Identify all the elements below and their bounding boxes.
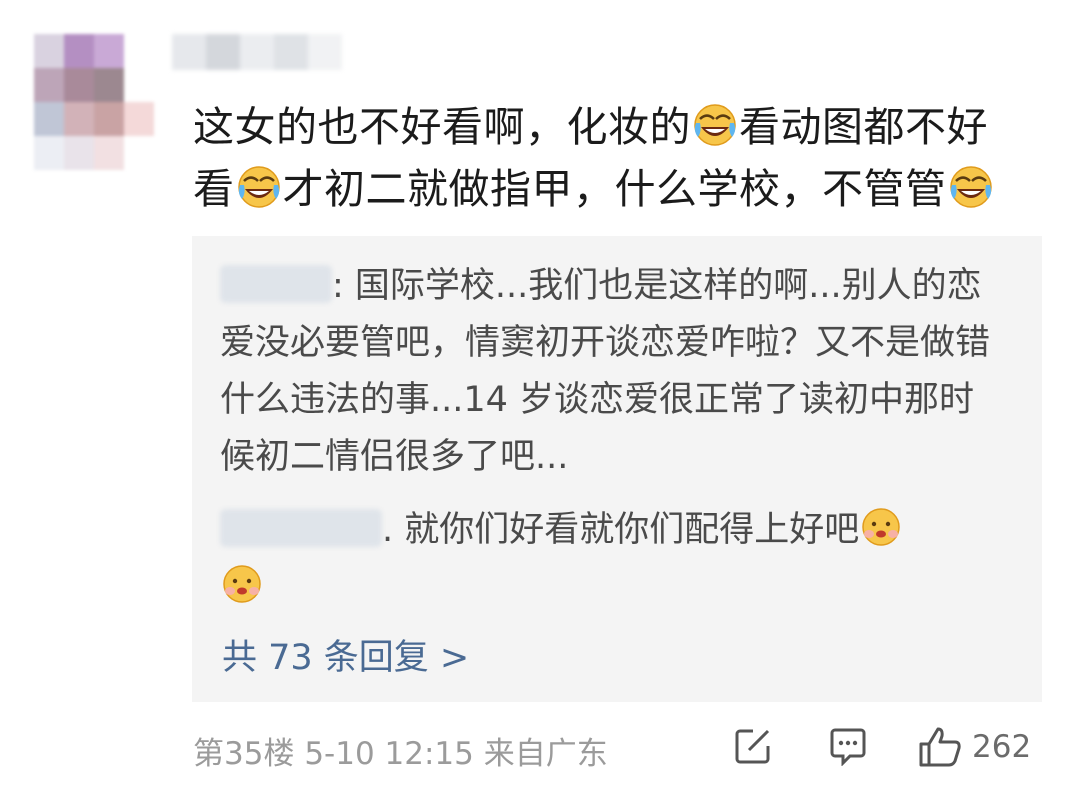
reply-username-blurred[interactable] bbox=[220, 265, 332, 303]
reply-username-blurred[interactable] bbox=[220, 509, 382, 547]
reply-text: 就你们好看就你们配得上好吧 bbox=[393, 510, 860, 550]
like-count: 262 bbox=[972, 729, 1032, 765]
view-all-replies-link[interactable]: 共 73 条回复 > bbox=[222, 629, 469, 680]
avatar[interactable] bbox=[34, 34, 154, 172]
replies-panel: : 国际学校...我们也是这样的啊...别人的恋爱没必要管吧，情窦初开谈恋爱咋啦… bbox=[192, 236, 1042, 702]
username-blurred[interactable] bbox=[172, 34, 342, 70]
comment-text-part: 看 bbox=[193, 165, 235, 213]
floor-number: 第35楼 bbox=[193, 736, 295, 772]
reply-item: : 国际学校...我们也是这样的啊...别人的恋爱没必要管吧，情窦初开谈恋爱咋啦… bbox=[220, 258, 1000, 486]
laughing-crying-emoji-icon bbox=[693, 103, 737, 147]
comment-text: 这女的也不好看啊，化妆的 看动图都不好 看才初二就做指甲，什么学校，不管管 bbox=[193, 96, 1053, 220]
comment-text-part: 看动图都不好 bbox=[739, 103, 988, 151]
comment-text-part: 这女的也不好看啊，化妆的 bbox=[193, 103, 691, 151]
reply-separator: . bbox=[382, 510, 394, 550]
share-button[interactable] bbox=[733, 726, 773, 766]
comment-time: 12:15 bbox=[384, 736, 474, 772]
comment-text-part: 才初二就做指甲，什么学校，不管管 bbox=[282, 165, 947, 213]
comment-date: 5-10 bbox=[304, 736, 375, 772]
comment-meta: 第35楼 5-10 12:15 来自广东 bbox=[193, 728, 608, 773]
laughing-crying-emoji-icon bbox=[949, 165, 992, 209]
share-edit-icon bbox=[735, 729, 770, 764]
like-button[interactable]: 262 bbox=[918, 726, 1031, 768]
shy-blush-emoji-icon bbox=[223, 565, 261, 603]
comment-bubble-icon bbox=[830, 728, 866, 766]
reply-button[interactable] bbox=[828, 726, 868, 766]
reply-item: . 就你们好看就你们配得上好吧 bbox=[220, 502, 1000, 616]
comment-location: 来自广东 bbox=[483, 736, 608, 772]
shy-blush-emoji-icon bbox=[862, 508, 901, 546]
thumbs-up-icon bbox=[919, 727, 961, 767]
reply-separator: : bbox=[332, 266, 344, 306]
laughing-crying-emoji-icon bbox=[237, 165, 280, 209]
